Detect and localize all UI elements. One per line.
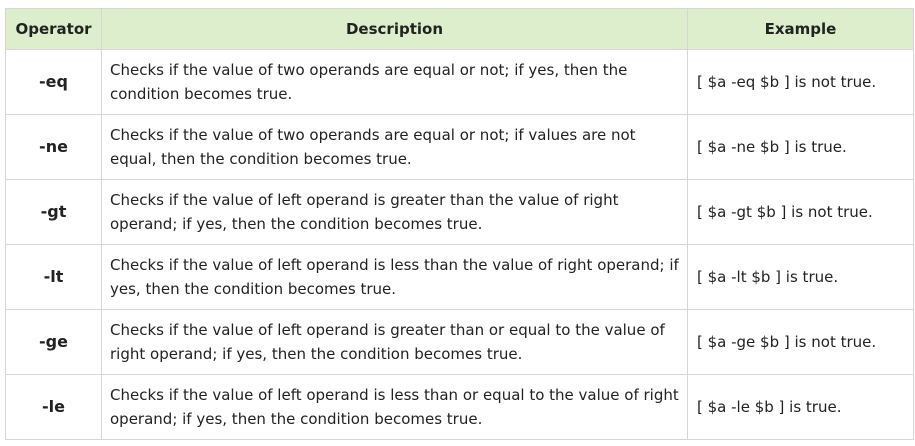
example-cell: [ $a -eq $b ] is not true. bbox=[687, 49, 914, 115]
operator-cell: -lt bbox=[5, 244, 102, 310]
description-cell: Checks if the value of two operands are … bbox=[101, 49, 688, 115]
operator-cell: -ne bbox=[5, 114, 102, 180]
example-cell: [ $a -gt $b ] is not true. bbox=[687, 179, 914, 245]
example-cell: [ $a -ge $b ] is not true. bbox=[687, 309, 914, 375]
header-operator: Operator bbox=[5, 8, 102, 50]
example-cell: [ $a -lt $b ] is true. bbox=[687, 244, 914, 310]
table-row: -eq Checks if the value of two operands … bbox=[5, 49, 914, 115]
operators-table-container: Operator Description Example -eq Checks … bbox=[5, 8, 914, 440]
example-cell: [ $a -ne $b ] is true. bbox=[687, 114, 914, 180]
header-description: Description bbox=[101, 8, 688, 50]
operator-cell: -eq bbox=[5, 49, 102, 115]
table-row: -le Checks if the value of left operand … bbox=[5, 374, 914, 440]
description-cell: Checks if the value of left operand is g… bbox=[101, 179, 688, 245]
table-row: -ge Checks if the value of left operand … bbox=[5, 309, 914, 375]
description-cell: Checks if the value of left operand is g… bbox=[101, 309, 688, 375]
example-cell: [ $a -le $b ] is true. bbox=[687, 374, 914, 440]
description-cell: Checks if the value of left operand is l… bbox=[101, 244, 688, 310]
operator-cell: -ge bbox=[5, 309, 102, 375]
description-cell: Checks if the value of two operands are … bbox=[101, 114, 688, 180]
table-row: -ne Checks if the value of two operands … bbox=[5, 114, 914, 180]
description-cell: Checks if the value of left operand is l… bbox=[101, 374, 688, 440]
operator-cell: -le bbox=[5, 374, 102, 440]
header-row: Operator Description Example bbox=[5, 8, 914, 50]
table-row: -lt Checks if the value of left operand … bbox=[5, 244, 914, 310]
relational-operators-table: Operator Description Example -eq Checks … bbox=[5, 8, 914, 440]
header-example: Example bbox=[687, 8, 914, 50]
table-row: -gt Checks if the value of left operand … bbox=[5, 179, 914, 245]
operator-cell: -gt bbox=[5, 179, 102, 245]
